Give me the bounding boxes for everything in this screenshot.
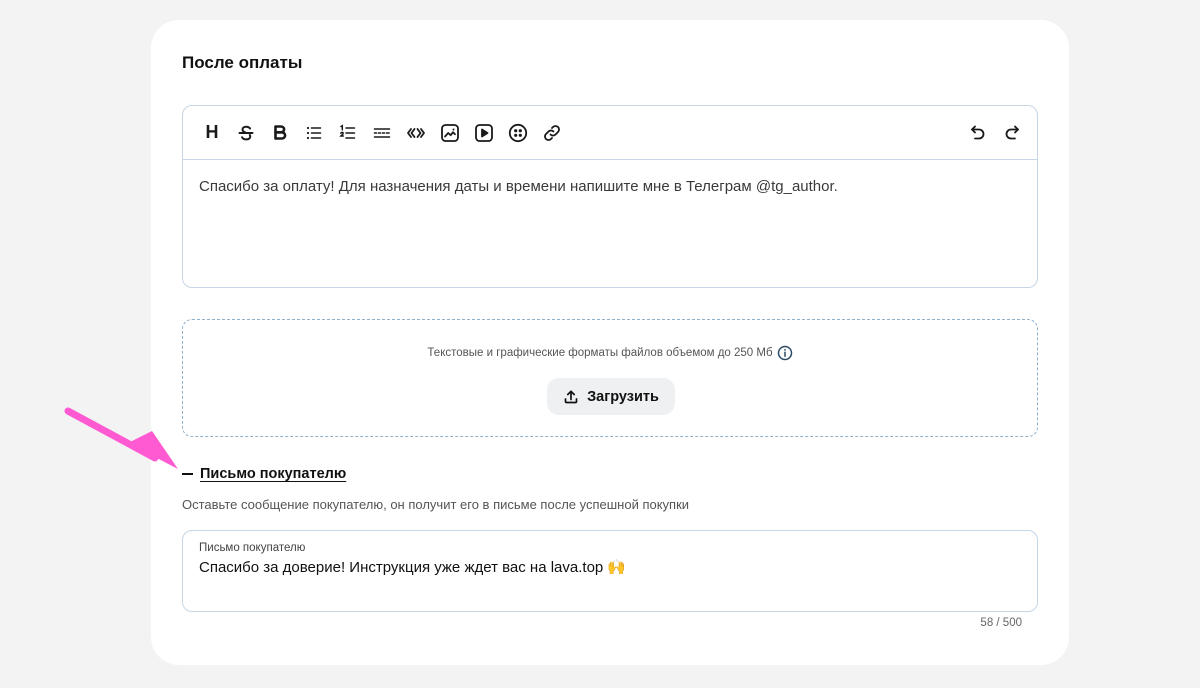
buyer-letter-toggle[interactable]: Письмо покупателю (182, 466, 346, 482)
editor-content[interactable]: Спасибо за оплату! Для назначения даты и… (183, 160, 1037, 214)
bullet-list-button[interactable] (301, 120, 327, 146)
quote-button[interactable] (403, 120, 429, 146)
editor-toolbar: H (183, 106, 1037, 160)
rich-text-editor[interactable]: H Спасибо за оплату! Для назначения даты… (182, 105, 1038, 288)
file-dropzone[interactable]: Текстовые и графические форматы файлов о… (182, 319, 1038, 437)
annotation-arrow-icon (64, 407, 178, 469)
info-icon[interactable] (777, 345, 793, 361)
bold-icon (274, 124, 287, 140)
redo-icon (1005, 125, 1019, 139)
after-payment-card: После оплаты H Спасибо за оплату! Для на… (151, 20, 1069, 665)
emoji-button[interactable] (505, 120, 531, 146)
buyer-letter-field-label: Письмо покупателю (199, 542, 306, 554)
video-button[interactable] (471, 120, 497, 146)
video-icon (475, 123, 493, 142)
strikethrough-button[interactable] (233, 120, 259, 146)
section-title: После оплаты (182, 53, 303, 72)
divider-button[interactable] (369, 120, 395, 146)
upload-button[interactable]: Загрузить (547, 378, 675, 415)
emoji-icon (508, 123, 528, 142)
character-counter: 58 / 500 (980, 617, 1022, 629)
link-button[interactable] (539, 120, 565, 146)
divider-icon (373, 127, 391, 138)
upload-icon (564, 389, 578, 403)
strikethrough-icon (238, 125, 254, 140)
image-button[interactable] (437, 120, 463, 146)
buyer-letter-input[interactable]: Спасибо за доверие! Инструкция уже ждет … (199, 558, 1021, 576)
bold-button[interactable] (267, 120, 293, 146)
buyer-letter-description: Оставьте сообщение покупателю, он получи… (182, 497, 690, 512)
image-icon (441, 123, 459, 142)
quote-icon (407, 127, 425, 138)
upload-hint-row: Текстовые и графические форматы файлов о… (183, 345, 1037, 361)
heading-icon: H (205, 122, 219, 142)
upload-button-label: Загрузить (587, 388, 659, 405)
numbered-list-button[interactable] (335, 120, 361, 146)
buyer-letter-toggle-label: Письмо покупателю (200, 466, 347, 482)
link-icon (544, 124, 560, 141)
upload-hint: Текстовые и графические форматы файлов о… (427, 347, 773, 359)
heading-button[interactable]: H (199, 120, 225, 146)
undo-icon (971, 125, 985, 139)
undo-button[interactable] (965, 120, 991, 146)
numbered-list-icon (339, 123, 356, 139)
redo-button[interactable] (999, 120, 1025, 146)
buyer-letter-field[interactable]: Письмо покупателю Спасибо за доверие! Ин… (182, 530, 1038, 612)
bullet-list-icon (306, 126, 322, 139)
minus-icon (182, 473, 193, 475)
